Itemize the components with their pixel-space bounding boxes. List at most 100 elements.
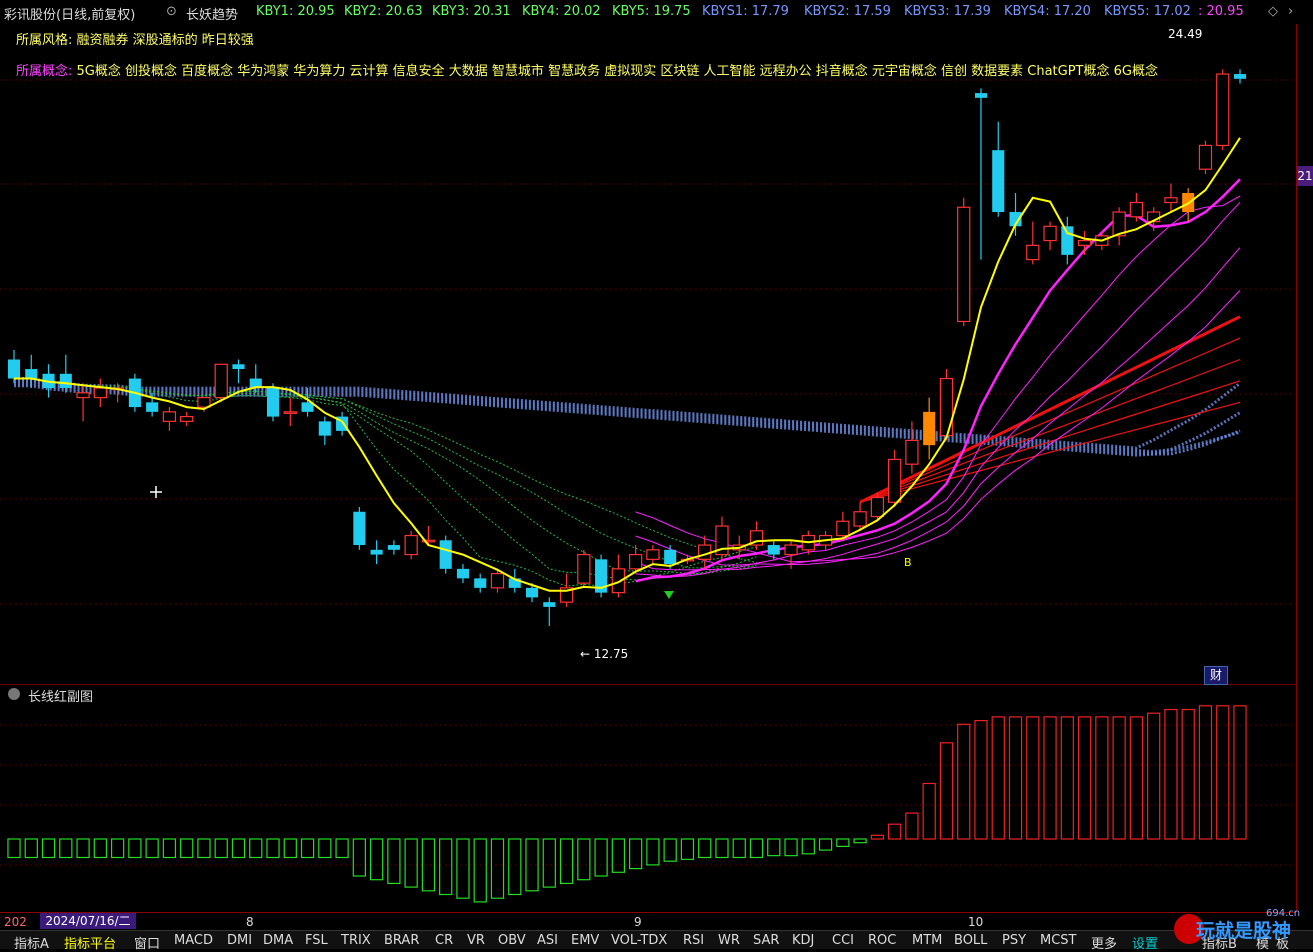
tab-brar[interactable]: BRAR <box>384 933 419 948</box>
kby4-value: KBY4: 20.02 <box>522 4 601 19</box>
candle-body <box>25 369 38 379</box>
tab-dmi[interactable]: DMI <box>227 933 252 948</box>
crosshair-icon <box>150 486 162 498</box>
tab-vol-tdx[interactable]: VOL-TDX <box>611 933 667 948</box>
candle-body <box>439 540 452 569</box>
tab-more[interactable]: 更多 <box>1091 933 1117 952</box>
date-axis[interactable]: 202 8 9 10 <box>0 912 1296 931</box>
tab-kdj[interactable]: KDJ <box>792 933 814 948</box>
candle-body <box>146 402 159 412</box>
tab-settings[interactable]: 设置 <box>1132 933 1158 952</box>
annotations: 24.49 ← 12.75 B <box>150 27 1202 661</box>
histogram-bar <box>577 838 591 881</box>
tab-obv[interactable]: OBV <box>498 933 526 948</box>
tab-fsl[interactable]: FSL <box>305 933 328 948</box>
price-tag: 21 <box>1297 166 1313 186</box>
candle-body <box>905 439 919 465</box>
buy-signal-label: B <box>904 556 912 569</box>
long-red-band <box>859 315 1241 504</box>
histogram-bar <box>853 838 867 844</box>
tab-cci[interactable]: CCI <box>832 933 854 948</box>
candle-body <box>628 553 643 570</box>
candle-body <box>870 496 885 518</box>
candle-body <box>1164 197 1178 204</box>
histogram-bar <box>93 838 107 859</box>
candle-body <box>283 411 297 414</box>
stock-title[interactable]: 彩讯股份(日线,前复权) <box>4 4 135 23</box>
histogram-bar <box>352 838 366 877</box>
candle-body <box>1061 226 1074 255</box>
tab-cr[interactable]: CR <box>435 933 453 948</box>
candle-body <box>180 416 194 422</box>
month-label: 9 <box>634 915 642 929</box>
tab-indicator-a[interactable]: 指标A <box>14 933 49 952</box>
candle-body <box>853 511 867 527</box>
histogram-bar <box>1233 705 1247 840</box>
tab-mtm[interactable]: MTM <box>912 933 942 948</box>
down-arrow-icon <box>664 591 674 599</box>
candle-body <box>525 587 539 598</box>
candle-body <box>1198 144 1213 170</box>
kbys1-value: KBYS1: 17.79 <box>702 4 789 19</box>
candle-body <box>543 602 556 607</box>
histogram-bar <box>1008 716 1023 840</box>
indicator-settings-icon[interactable]: ⊙ <box>166 4 177 19</box>
histogram-bar <box>1181 708 1195 840</box>
candle-body <box>784 544 798 556</box>
yellow-ma-path <box>14 137 1241 592</box>
histogram-bar <box>939 742 954 840</box>
candle-body <box>957 206 971 323</box>
histogram-bar <box>180 838 194 859</box>
high-price-label: 24.49 <box>1168 27 1202 41</box>
sub-histogram-chart[interactable] <box>0 684 1296 913</box>
histogram-bar <box>421 838 436 892</box>
candle-body <box>266 388 280 417</box>
tab-vr[interactable]: VR <box>467 933 485 948</box>
histogram-bar <box>870 834 885 840</box>
tab-roc[interactable]: ROC <box>868 933 896 948</box>
tab-indicator-platform[interactable]: 指标平台 <box>64 933 116 952</box>
candle-body <box>836 520 850 537</box>
histogram-bar <box>646 838 660 866</box>
main-price-chart[interactable]: 24.49 ← 12.75 B <box>0 24 1296 684</box>
tab-wr[interactable]: WR <box>718 933 740 948</box>
magenta-ma-fan <box>635 178 1241 583</box>
candle-body <box>59 373 72 389</box>
histogram-bar <box>749 838 764 859</box>
long-red-line <box>859 337 1241 503</box>
tab-emv[interactable]: EMV <box>571 933 599 948</box>
histogram-bar <box>404 838 418 888</box>
tab-rsi[interactable]: RSI <box>683 933 704 948</box>
tab-asi[interactable]: ASI <box>537 933 558 948</box>
tab-boll[interactable]: BOLL <box>954 933 987 948</box>
histogram-bar <box>110 838 125 859</box>
candle-body <box>456 568 470 579</box>
indicator-name[interactable]: 长妖趋势 <box>186 4 238 23</box>
tab-mcst[interactable]: MCST <box>1040 933 1077 948</box>
candle-body <box>387 545 400 550</box>
candle-body <box>939 377 954 437</box>
price-axis[interactable] <box>1296 24 1313 912</box>
histogram-bar <box>300 838 315 859</box>
tab-sar[interactable]: SAR <box>753 933 779 948</box>
tab-psy[interactable]: PSY <box>1002 933 1026 948</box>
histogram-bar <box>1147 712 1161 840</box>
candle-body <box>992 150 1005 213</box>
tab-dma[interactable]: DMA <box>263 933 293 948</box>
histogram-bar <box>283 838 297 859</box>
kby3-value: KBY3: 20.31 <box>432 4 511 19</box>
magenta-ma-line <box>635 247 1241 566</box>
histogram-bar <box>231 838 246 859</box>
candle-body <box>646 549 660 560</box>
finance-badge[interactable]: 财 <box>1204 666 1228 685</box>
tab-window[interactable]: 窗口 <box>134 933 160 952</box>
histogram-bar <box>1164 708 1178 840</box>
watermark-site: 694.cn <box>1266 908 1301 919</box>
diamond-icon[interactable]: ◇ <box>1268 4 1278 19</box>
tab-trix[interactable]: TRIX <box>341 933 371 948</box>
candle-body <box>232 364 245 370</box>
chevron-right-icon[interactable]: › <box>1288 4 1293 19</box>
histogram-bar <box>24 838 38 859</box>
tab-macd[interactable]: MACD <box>174 933 213 948</box>
month-label: 10 <box>968 915 984 929</box>
